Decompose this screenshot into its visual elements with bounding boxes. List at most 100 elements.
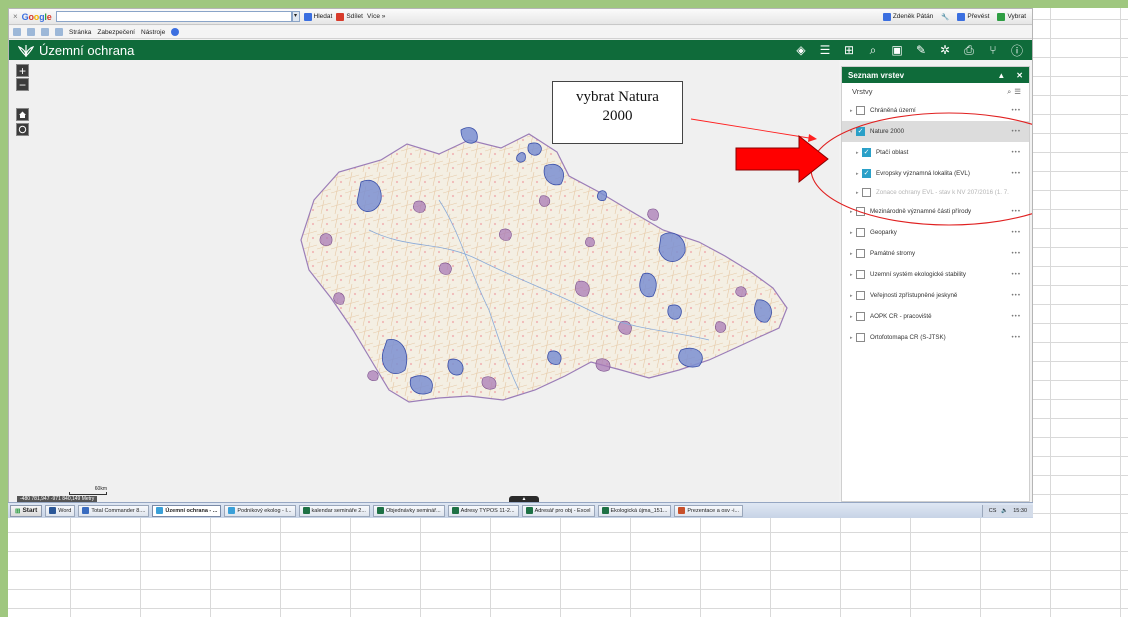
map-canvas[interactable]: + − 60km -480 781,947 -971 840,149 Metry… bbox=[9, 60, 839, 503]
layer-checkbox[interactable] bbox=[856, 207, 865, 216]
extent-icon[interactable]: ⊞ bbox=[842, 43, 856, 57]
google-toolbar: × Google ▾ Hledat Sdílet Více » Zdeněk P… bbox=[9, 9, 1032, 25]
layer-item[interactable]: ▸ ✓ Evropsky významná lokalita (EVL) ••• bbox=[842, 163, 1029, 184]
browser-icon bbox=[228, 507, 236, 514]
browser-icon bbox=[156, 507, 164, 514]
czech-republic-map bbox=[300, 118, 817, 403]
menu-icon[interactable]: ☰ bbox=[1014, 87, 1021, 97]
feeds-icon[interactable] bbox=[27, 28, 35, 36]
more-icon[interactable]: ••• bbox=[1012, 292, 1030, 299]
toolbar-close-icon[interactable]: × bbox=[13, 12, 18, 21]
start-button[interactable]: ⊞ Start bbox=[10, 504, 43, 517]
annotation-callout: vybrat Natura 2000 bbox=[552, 81, 683, 144]
more-icon[interactable]: ••• bbox=[1012, 208, 1030, 215]
panel-header: Seznam vrstev ▲ ✕ bbox=[842, 67, 1029, 83]
more-icon[interactable]: ••• bbox=[1012, 149, 1030, 156]
page-menu[interactable]: Stránka bbox=[69, 29, 91, 36]
layers-icon[interactable]: ◈ bbox=[794, 43, 808, 57]
taskbar-item-9[interactable]: Prezentace a osv -i... bbox=[674, 504, 744, 517]
layer-checkbox[interactable] bbox=[862, 188, 871, 197]
mail-icon[interactable] bbox=[41, 28, 49, 36]
language-indicator[interactable]: CS bbox=[989, 508, 997, 514]
draw-icon[interactable]: ✎ bbox=[914, 43, 928, 57]
taskbar-item-2[interactable]: Územní ochrana - ... bbox=[152, 504, 222, 517]
taskbar-item-4[interactable]: kalendar semináře 2... bbox=[298, 504, 370, 517]
layer-checkbox[interactable] bbox=[856, 312, 865, 321]
layer-item[interactable]: ▸ Územní systém ekologické stability ••• bbox=[842, 264, 1029, 285]
settings-icon[interactable]: ✲ bbox=[938, 43, 952, 57]
layer-checkbox[interactable] bbox=[856, 228, 865, 237]
clock[interactable]: 15:30 bbox=[1013, 508, 1027, 514]
more-icon[interactable]: ••• bbox=[1012, 313, 1030, 320]
total-commander-icon bbox=[82, 507, 90, 514]
windows-taskbar: ⊞ Start Word Total Commander 8.... Územn… bbox=[8, 502, 1033, 518]
taskbar-item-1[interactable]: Total Commander 8.... bbox=[78, 504, 150, 517]
layer-checkbox[interactable] bbox=[856, 333, 865, 342]
list-icon[interactable]: ☰ bbox=[818, 43, 832, 57]
layer-checkbox[interactable] bbox=[856, 270, 865, 279]
slide-top-border bbox=[0, 0, 1128, 8]
layer-checkbox[interactable]: ✓ bbox=[862, 148, 871, 157]
layer-checkbox[interactable] bbox=[856, 106, 865, 115]
tools-menu[interactable]: Nástroje bbox=[141, 29, 165, 36]
more-icon[interactable]: ••• bbox=[1012, 250, 1030, 257]
google-search-input[interactable] bbox=[55, 11, 292, 22]
more-icon[interactable]: ••• bbox=[1012, 271, 1030, 278]
layer-item[interactable]: ▸ Chráněná území ••• bbox=[842, 100, 1029, 121]
app-logo-icon bbox=[17, 42, 35, 58]
excel-icon bbox=[302, 507, 310, 514]
layer-item[interactable]: ▸ ✓ Ptačí oblast ••• bbox=[842, 142, 1029, 163]
print-icon[interactable]: ⎙ bbox=[962, 43, 976, 57]
taskbar-item-0[interactable]: Word bbox=[45, 504, 76, 517]
more-icon[interactable]: ••• bbox=[1012, 170, 1030, 177]
home-icon[interactable] bbox=[13, 28, 21, 36]
search-icon[interactable]: ⌕ bbox=[866, 43, 880, 57]
layer-checkbox[interactable]: ✓ bbox=[856, 127, 865, 136]
excel-icon bbox=[601, 507, 609, 514]
panel-title: Seznam vrstev bbox=[848, 70, 905, 80]
user-account[interactable]: Zdeněk Pátán bbox=[882, 12, 933, 21]
select-button[interactable]: Vybrat bbox=[997, 12, 1026, 21]
layer-checkbox[interactable]: ✓ bbox=[862, 169, 871, 178]
more-icon[interactable]: ••• bbox=[1012, 128, 1030, 135]
close-icon[interactable]: ✕ bbox=[1016, 71, 1023, 80]
wrench-icon[interactable]: 🔧 bbox=[941, 13, 949, 21]
security-menu[interactable]: Zabezpečení bbox=[97, 29, 135, 36]
layer-item-natura[interactable]: ▾ ✓ Nature 2000 ••• bbox=[842, 121, 1029, 142]
more-icon[interactable]: ••• bbox=[1012, 334, 1030, 341]
help-icon[interactable] bbox=[171, 28, 180, 36]
taskbar-item-8[interactable]: Ekologická újma_151... bbox=[597, 504, 672, 517]
search-icon[interactable]: ⌕ bbox=[1007, 87, 1011, 97]
print-icon[interactable] bbox=[55, 28, 63, 36]
layer-item[interactable]: ▸ Veřejnosti zpřístupněné jeskyně ••• bbox=[842, 285, 1029, 306]
layer-checkbox[interactable] bbox=[856, 249, 865, 258]
more-icon[interactable]: ••• bbox=[1012, 107, 1030, 114]
info-icon[interactable]: ⓘ bbox=[1010, 43, 1024, 58]
clipboard-icon[interactable]: ▣ bbox=[890, 43, 904, 57]
share-icon[interactable]: ⑂ bbox=[986, 43, 1000, 57]
share-button[interactable]: Sdílet bbox=[336, 12, 363, 21]
google-search-dropdown[interactable]: ▾ bbox=[291, 11, 300, 22]
layer-item[interactable]: ▸ Zonace ochrany EVL - stav k NV 207/201… bbox=[842, 184, 1029, 201]
taskbar-item-6[interactable]: Adresy TYPOS 11-2... bbox=[447, 504, 519, 517]
translate-button[interactable]: Převést bbox=[957, 12, 989, 21]
search-button[interactable]: Hledat bbox=[303, 12, 332, 21]
layer-item[interactable]: ▸ Ortofotomapa ČR (S-JTSK) ••• bbox=[842, 327, 1029, 348]
layer-checkbox[interactable] bbox=[856, 291, 865, 300]
share-icon bbox=[336, 12, 345, 21]
layers-label: Vrstvy bbox=[852, 87, 873, 96]
taskbar-item-3[interactable]: Podnikový ekolog - I... bbox=[224, 504, 296, 517]
taskbar-item-5[interactable]: Objednávky seminář... bbox=[372, 504, 445, 517]
more-icon[interactable]: ••• bbox=[1012, 229, 1030, 236]
panel-subheader: Vrstvy ⌕ ☰ bbox=[842, 83, 1029, 100]
more-button[interactable]: Více » bbox=[367, 13, 385, 20]
layer-item[interactable]: ▸ AOPK ČR - pracoviště ••• bbox=[842, 306, 1029, 327]
slide-left-border bbox=[0, 0, 8, 617]
layer-item[interactable]: ▸ Památné stromy ••• bbox=[842, 243, 1029, 264]
taskbar-item-7[interactable]: Adresář pro obj - Excel bbox=[521, 504, 595, 517]
volume-icon[interactable]: 🔈 bbox=[1001, 508, 1008, 514]
layer-item[interactable]: ▸ Mezinárodně významné části přírody ••• bbox=[842, 201, 1029, 222]
collapse-icon[interactable]: ▲ bbox=[997, 71, 1005, 80]
layer-item[interactable]: ▸ Geoparky ••• bbox=[842, 222, 1029, 243]
powerpoint-icon bbox=[678, 507, 686, 514]
